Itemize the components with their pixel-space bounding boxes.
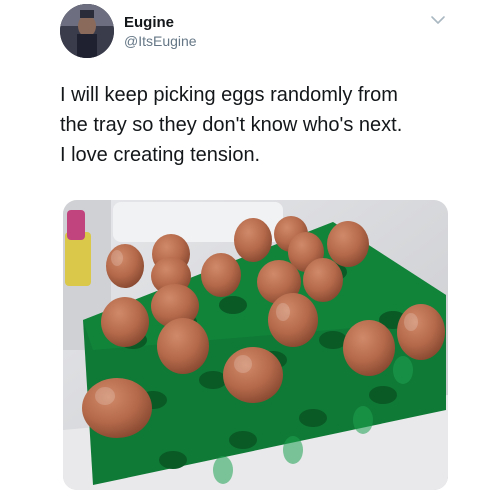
tweet-text-line: the tray so they don't know who's next. [60, 114, 403, 136]
user-handle[interactable]: @ItsEugine [124, 33, 197, 49]
tweet-text: I will keep picking eggs randomly from t… [60, 80, 460, 170]
display-name[interactable]: Eugine [124, 14, 174, 31]
egg-tray-photo [63, 200, 448, 490]
tweet-header: Eugine @ItsEugine [60, 4, 460, 60]
tweet-card: Eugine @ItsEugine I will keep picking eg… [0, 0, 500, 500]
tweet-text-line: I will keep picking eggs randomly from [60, 84, 398, 106]
avatar[interactable] [60, 4, 114, 58]
chevron-down-icon[interactable] [426, 8, 450, 32]
tweet-text-line: I love creating tension. [60, 144, 261, 166]
tweet-photo[interactable] [63, 200, 448, 490]
avatar-image [60, 4, 114, 58]
